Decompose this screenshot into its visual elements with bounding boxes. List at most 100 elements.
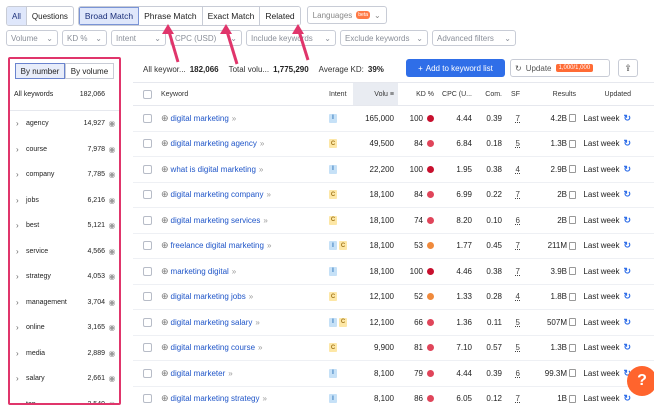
by-number-button[interactable]: By number [15,63,65,79]
keyword-link[interactable]: digital marketing strategy [171,394,260,403]
filter-intent[interactable]: Intent ⌄ [111,30,166,46]
serp-preview-icon[interactable] [569,318,576,327]
sidebar-item-service[interactable]: › service 4,566 ◉ [10,239,119,265]
serp-preview-icon[interactable] [569,139,576,148]
add-keyword-icon[interactable]: ⊕ [161,240,169,251]
serp-preview-icon[interactable] [569,394,576,403]
keyword-link[interactable]: what is digital marketing [171,165,256,174]
serp-features-cell[interactable]: 5 [502,318,520,327]
refresh-icon[interactable]: ↻ [623,291,631,302]
row-checkbox[interactable] [142,266,152,276]
tab-broad-match[interactable]: Broad Match [78,7,140,25]
filter-kd[interactable]: KD % ⌄ [62,30,107,46]
eye-icon[interactable]: ◉ [105,221,119,230]
serp-features-cell[interactable]: 7 [502,267,520,276]
serp-preview-icon[interactable] [569,369,576,378]
keyword-link[interactable]: digital marketing agency [171,139,257,148]
row-checkbox[interactable] [142,164,152,174]
header-cpc[interactable]: CPC (U... [440,91,472,98]
refresh-icon[interactable]: ↻ [623,240,631,251]
eye-icon[interactable]: ◉ [105,272,119,281]
sidebar-item-media[interactable]: › media 2,889 ◉ [10,341,119,367]
update-button[interactable]: ↻ Update 1,000/1,000 [510,59,610,77]
header-updated[interactable]: Updated [576,91,631,98]
tab-all[interactable]: All [7,7,27,25]
serp-preview-icon[interactable] [569,165,576,174]
add-keyword-icon[interactable]: ⊕ [161,215,169,226]
eye-icon[interactable]: ◉ [105,247,119,256]
sidebar-item-salary[interactable]: › salary 2,661 ◉ [10,366,119,392]
serp-features-cell[interactable]: 7 [502,190,520,199]
row-checkbox[interactable] [142,139,152,149]
double-chevron-icon[interactable]: » [259,165,263,174]
row-checkbox[interactable] [142,113,152,123]
double-chevron-icon[interactable]: » [228,369,232,378]
add-keyword-icon[interactable]: ⊕ [161,342,169,353]
filter-volume[interactable]: Volume ⌄ [6,30,58,46]
row-checkbox[interactable] [142,317,152,327]
refresh-icon[interactable]: ↻ [623,393,631,404]
double-chevron-icon[interactable]: » [267,241,271,250]
eye-icon[interactable]: ◉ [105,196,119,205]
eye-icon[interactable]: ◉ [105,145,119,154]
sidebar-item-strategy[interactable]: › strategy 4,053 ◉ [10,264,119,290]
sidebar-item-agency[interactable]: › agency 14,927 ◉ [10,111,119,137]
refresh-icon[interactable]: ↻ [623,215,631,226]
serp-preview-icon[interactable] [569,114,576,123]
keyword-link[interactable]: digital marketing course [171,343,255,352]
add-to-keyword-list-button[interactable]: + Add to keyword list [406,59,505,77]
double-chevron-icon[interactable]: » [249,292,253,301]
row-checkbox[interactable] [142,368,152,378]
sidebar-item-top[interactable]: › top 2,549 ◉ [10,392,119,403]
add-keyword-icon[interactable]: ⊕ [161,138,169,149]
serp-preview-icon[interactable] [569,292,576,301]
sidebar-item-best[interactable]: › best 5,121 ◉ [10,213,119,239]
sidebar-item-course[interactable]: › course 7,978 ◉ [10,137,119,163]
keyword-link[interactable]: marketing digital [171,267,229,276]
eye-icon[interactable]: ◉ [105,170,119,179]
refresh-icon[interactable]: ↻ [623,189,631,200]
serp-preview-icon[interactable] [569,190,576,199]
add-keyword-icon[interactable]: ⊕ [161,393,169,404]
double-chevron-icon[interactable]: » [266,190,270,199]
serp-preview-icon[interactable] [569,216,576,225]
eye-icon[interactable]: ◉ [105,400,119,403]
double-chevron-icon[interactable]: » [263,216,267,225]
row-checkbox[interactable] [142,292,152,302]
add-keyword-icon[interactable]: ⊕ [161,164,169,175]
serp-features-cell[interactable]: 4 [502,165,520,174]
add-keyword-icon[interactable]: ⊕ [161,189,169,200]
header-intent[interactable]: Intent [301,91,353,98]
add-keyword-icon[interactable]: ⊕ [161,113,169,124]
keyword-link[interactable]: digital marketing [171,114,229,123]
refresh-icon[interactable]: ↻ [623,164,631,175]
double-chevron-icon[interactable]: » [232,267,236,276]
eye-icon[interactable]: ◉ [105,298,119,307]
double-chevron-icon[interactable]: » [255,318,259,327]
keyword-link[interactable]: digital marketing salary [171,318,253,327]
header-results[interactable]: Results [520,91,576,98]
tab-questions[interactable]: Questions [27,7,73,25]
refresh-icon[interactable]: ↻ [623,342,631,353]
sidebar-item-jobs[interactable]: › jobs 6,216 ◉ [10,188,119,214]
keyword-link[interactable]: freelance digital marketing [171,241,264,250]
by-volume-button[interactable]: By volume [64,63,114,79]
help-button[interactable]: ? [627,366,654,396]
eye-icon[interactable]: ◉ [105,374,119,383]
row-checkbox[interactable] [142,394,152,404]
serp-features-cell[interactable]: 5 [502,343,520,352]
eye-icon[interactable]: ◉ [105,119,119,128]
keyword-link[interactable]: digital marketing services [171,216,261,225]
row-checkbox[interactable] [142,215,152,225]
sidebar-all-keywords[interactable]: All keywords 182,066 [14,91,105,98]
header-volume[interactable]: Volu ≡ [353,83,398,105]
double-chevron-icon[interactable]: » [232,114,236,123]
serp-features-cell[interactable]: 6 [502,369,520,378]
filter-exclude-keywords[interactable]: Exclude keywords ⌄ [340,30,428,46]
select-all-checkbox[interactable] [142,89,152,99]
serp-features-cell[interactable]: 7 [502,114,520,123]
eye-icon[interactable]: ◉ [105,323,119,332]
sidebar-item-online[interactable]: › online 3,165 ◉ [10,315,119,341]
keyword-link[interactable]: digital marketing company [171,190,264,199]
header-kd[interactable]: KD % [398,91,440,98]
